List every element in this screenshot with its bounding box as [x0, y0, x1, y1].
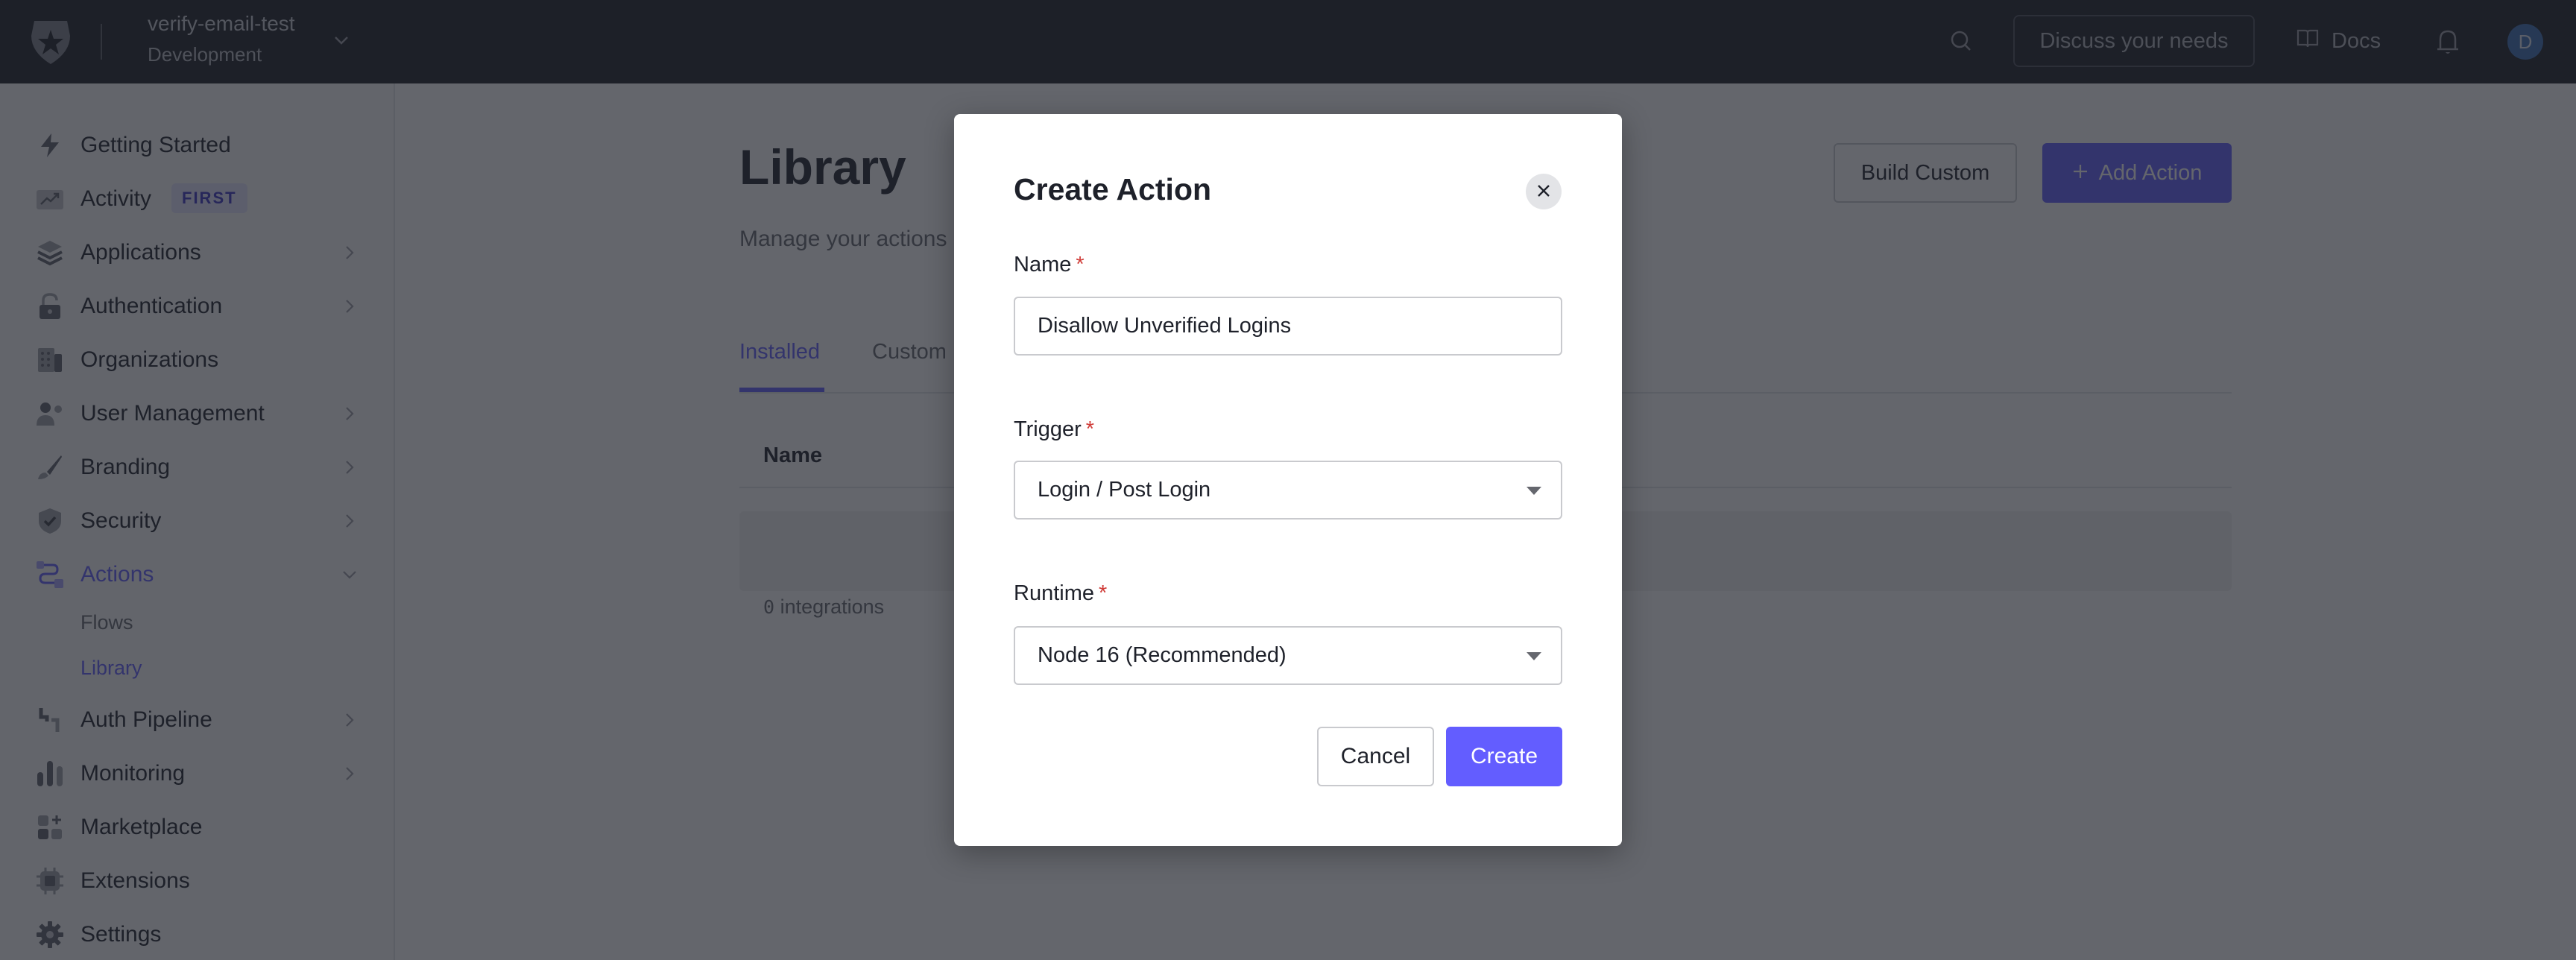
trigger-label-text: Trigger	[1014, 417, 1082, 441]
dropdown-caret-icon	[1527, 487, 1541, 495]
name-label-text: Name	[1014, 253, 1072, 277]
trigger-select-value: Login / Post Login	[1038, 478, 1211, 502]
name-label: Name *	[1014, 253, 1085, 277]
runtime-select-value: Node 16 (Recommended)	[1038, 643, 1287, 667]
name-input[interactable]: Disallow Unverified Logins	[1014, 297, 1562, 356]
runtime-label-text: Runtime	[1014, 581, 1094, 605]
trigger-label: Trigger *	[1014, 417, 1094, 442]
close-icon	[1535, 183, 1552, 201]
required-asterisk: *	[1076, 253, 1085, 277]
name-input-value: Disallow Unverified Logins	[1038, 314, 1292, 338]
create-button[interactable]: Create	[1446, 727, 1562, 786]
modal-title: Create Action	[1014, 172, 1212, 206]
dropdown-caret-icon	[1527, 652, 1541, 660]
close-button[interactable]	[1526, 174, 1562, 209]
trigger-select[interactable]: Login / Post Login	[1014, 461, 1562, 520]
runtime-label: Runtime *	[1014, 581, 1107, 606]
required-asterisk: *	[1099, 581, 1108, 605]
runtime-select[interactable]: Node 16 (Recommended)	[1014, 626, 1562, 685]
create-action-modal: Create Action Name * Disallow Unverified …	[954, 114, 1622, 846]
cancel-button[interactable]: Cancel	[1317, 727, 1434, 786]
required-asterisk: *	[1085, 417, 1095, 441]
